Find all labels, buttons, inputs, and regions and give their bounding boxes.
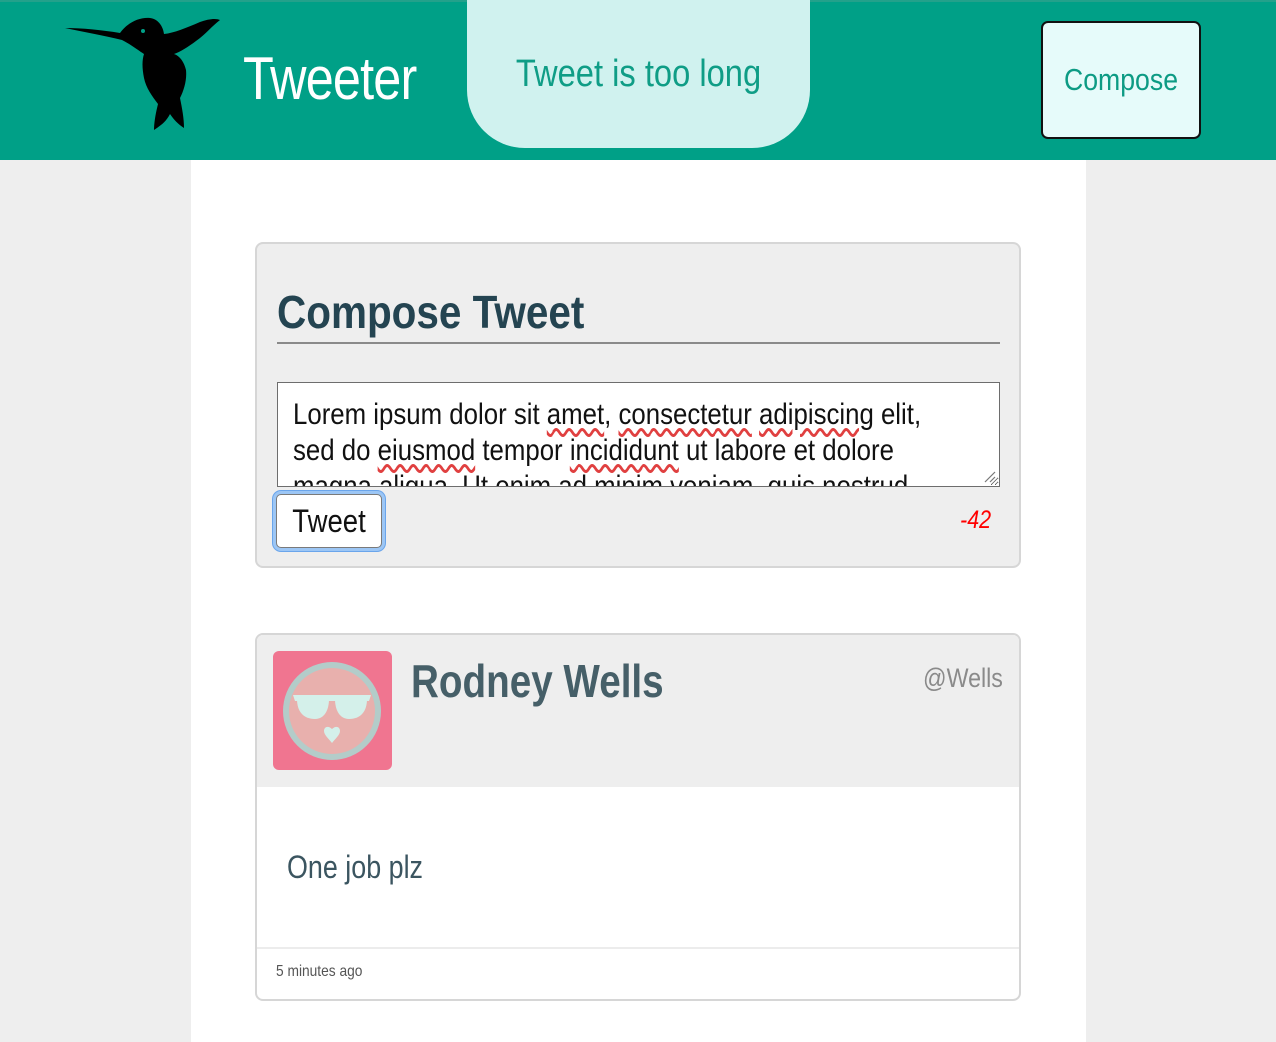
compose-toggle-button[interactable]: Compose <box>1041 21 1201 139</box>
user-display-name: Rodney Wells <box>411 655 664 707</box>
tweet-body: One job plz <box>287 849 423 885</box>
avatar <box>273 651 392 770</box>
error-banner: Tweet is too long <box>467 0 810 148</box>
brand-title: Tweeter <box>243 45 417 112</box>
misspelled-word[interactable]: eiusmod <box>378 434 476 467</box>
tweet-text: Lorem ipsum dolor sit amet, consectetur … <box>293 397 972 487</box>
title-divider <box>277 342 1000 344</box>
textarea-line: sed do eiusmod tempor incididunt ut labo… <box>293 434 894 467</box>
misspelled-word[interactable]: incididunt <box>570 434 679 467</box>
misspelled-word[interactable]: amet <box>547 398 604 431</box>
misspelled-word[interactable]: adipiscing <box>759 398 874 431</box>
tweet-footer: 5 minutes ago <box>257 947 1019 999</box>
textarea-line: magna aliqua. Ut enim ad minim veniam, q… <box>293 470 909 487</box>
user-handle: @Wells <box>923 663 1003 693</box>
compose-toggle-label: Compose <box>1063 62 1179 97</box>
tweet-card: Rodney Wells @Wells One job plz 5 minute… <box>255 633 1021 1001</box>
sunglasses-face-avatar <box>283 662 381 760</box>
compose-title: Compose Tweet <box>277 286 585 338</box>
tweet-timestamp: 5 minutes ago <box>276 963 363 980</box>
character-counter: -42 <box>959 506 991 534</box>
top-nav: Tweeter Tweet is too long Compose <box>0 0 1276 160</box>
tweet-submit-button[interactable]: Tweet <box>276 494 382 548</box>
textarea-line: Lorem ipsum dolor sit amet, consectetur … <box>293 398 922 431</box>
tweet-header: Rodney Wells @Wells <box>257 635 1019 787</box>
resize-handle-icon[interactable] <box>984 471 996 483</box>
tweet-submit-label: Tweet <box>292 503 366 539</box>
hummingbird-icon <box>65 17 220 130</box>
main-container: Compose Tweet Lorem ipsum dolor sit amet… <box>191 160 1086 1042</box>
tweet-textarea[interactable]: Lorem ipsum dolor sit amet, consectetur … <box>277 382 1000 487</box>
compose-section: Compose Tweet Lorem ipsum dolor sit amet… <box>255 242 1021 568</box>
misspelled-word[interactable]: consectetur <box>618 398 751 431</box>
error-message: Tweet is too long <box>515 53 762 95</box>
